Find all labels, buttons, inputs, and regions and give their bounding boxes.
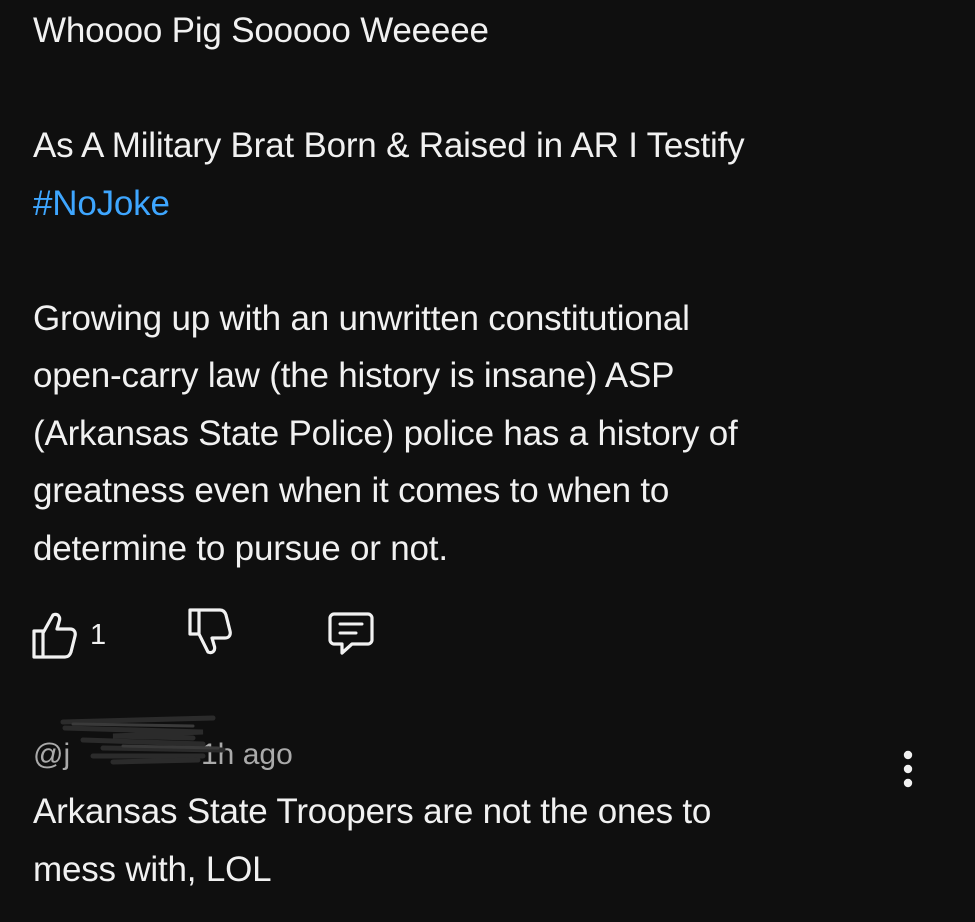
redaction-scribble <box>53 710 253 770</box>
comment-line: As A Military Brat Born & Raised in AR I… <box>33 126 745 165</box>
comment-line: open-carry law (the history is insane) A… <box>33 356 675 395</box>
like-count: 1 <box>90 619 107 651</box>
reply-text: Arkansas State Troopers are not the ones… <box>33 783 711 898</box>
thumbs-down-icon <box>186 607 234 657</box>
more-options-button[interactable] <box>895 748 921 790</box>
comment-text: Whoooo Pig Sooooo Weeeee As A Military B… <box>33 2 933 577</box>
reply-button[interactable] <box>326 607 376 657</box>
reply-line: mess with, LOL <box>33 849 272 889</box>
reply-comment-icon <box>326 607 376 657</box>
comment-line: greatness even when it comes to when to <box>33 471 670 510</box>
hashtag-link[interactable]: #NoJoke <box>33 175 933 233</box>
comment-line: (Arkansas State Police) police has a his… <box>33 413 738 453</box>
comment-line: Whoooo Pig Sooooo Weeeee <box>33 11 489 50</box>
more-vertical-icon <box>895 750 921 794</box>
dislike-button[interactable] <box>186 607 234 657</box>
reply-line: Arkansas State Troopers are not the ones… <box>33 792 712 831</box>
comment-line: Growing up with an unwritten constitutio… <box>33 298 690 338</box>
thumbs-up-icon <box>30 610 78 660</box>
like-button[interactable]: 1 <box>30 607 106 663</box>
comment-actions: 1 <box>30 607 430 663</box>
comment-line: determine to pursue or not. <box>33 528 448 568</box>
